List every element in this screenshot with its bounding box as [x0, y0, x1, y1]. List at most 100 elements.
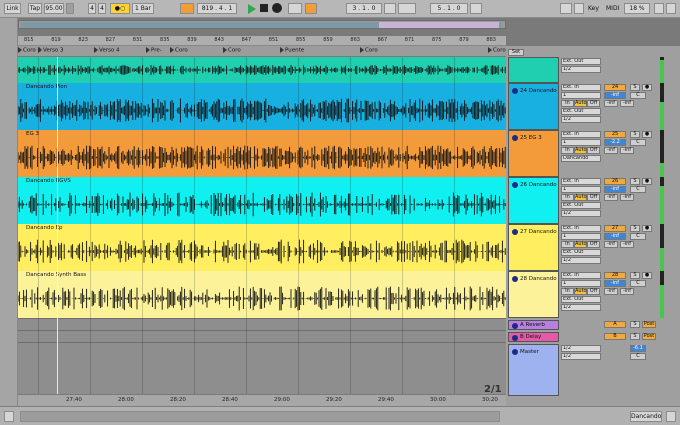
output-channel-menu[interactable]: 1/2: [561, 257, 601, 264]
return-activator[interactable]: A: [604, 321, 626, 328]
monitor-in-button[interactable]: In: [561, 147, 574, 154]
track-fold-icon[interactable]: [512, 88, 518, 94]
volume-field[interactable]: -inf: [604, 280, 626, 287]
loop-start-field[interactable]: 3 . 1 . 0: [346, 3, 382, 14]
input-type-menu[interactable]: Ext. In: [561, 131, 601, 138]
track-fold-icon[interactable]: [512, 349, 518, 355]
loop-toggle[interactable]: [398, 3, 416, 14]
track-lane[interactable]: Dancando Synth Bass: [18, 271, 506, 318]
arm-button[interactable]: ●: [642, 272, 652, 279]
arrangement-position[interactable]: 819 . 4 . 1: [197, 3, 237, 14]
monitor-auto-button[interactable]: Auto: [574, 100, 587, 107]
output-channel-menu[interactable]: 1/2: [561, 66, 601, 73]
return-track-header[interactable]: A Reverb: [508, 320, 559, 330]
return-lane[interactable]: [18, 318, 506, 330]
computer-midi-keyboard-button[interactable]: [560, 3, 572, 14]
return-track-header[interactable]: B Delay: [508, 332, 559, 342]
monitor-off-button[interactable]: Off: [587, 288, 600, 295]
monitor-in-button[interactable]: In: [561, 241, 574, 248]
set-button[interactable]: Set: [508, 49, 524, 56]
monitor-in-button[interactable]: In: [561, 194, 574, 201]
locator-marker[interactable]: Verso 4: [94, 47, 119, 54]
solo-button[interactable]: S: [630, 321, 640, 328]
pan-field[interactable]: C: [630, 92, 646, 99]
output-type-menu[interactable]: Ext. Out: [561, 108, 601, 115]
track-fold-icon[interactable]: [512, 135, 518, 141]
link-button[interactable]: Link: [4, 3, 21, 14]
track-fold-icon[interactable]: [512, 335, 518, 341]
quantize-menu[interactable]: 1 Bar: [132, 3, 154, 14]
time-sig-numerator[interactable]: 4: [88, 3, 96, 14]
pre-post-toggle[interactable]: Post: [642, 321, 656, 328]
locator-marker[interactable]: Pre-: [146, 47, 162, 54]
output-channel-menu[interactable]: 1/2: [561, 304, 601, 311]
locator-marker[interactable]: Coro: [488, 47, 506, 54]
playhead[interactable]: [57, 57, 58, 394]
track-lane[interactable]: Dancando Pion: [18, 83, 506, 130]
monitor-auto-button[interactable]: Auto: [574, 288, 587, 295]
input-channel-menu[interactable]: 1: [561, 280, 601, 287]
solo-button[interactable]: S: [630, 272, 640, 279]
record-icon[interactable]: [272, 3, 282, 13]
track-delay-field[interactable]: -inf: [604, 241, 618, 248]
output-channel-menu[interactable]: 1/2: [561, 210, 601, 217]
monitor-auto-button[interactable]: Auto: [574, 194, 587, 201]
track-header[interactable]: 28 Dancando: [508, 271, 559, 318]
output-type-menu[interactable]: Dancando: [561, 155, 601, 162]
locator-marker[interactable]: Verso 3: [38, 47, 63, 54]
monitor-off-button[interactable]: Off: [587, 194, 600, 201]
solo-button[interactable]: S: [630, 84, 640, 91]
volume-field[interactable]: -inf: [604, 186, 626, 193]
solo-button[interactable]: S: [630, 131, 640, 138]
pan-field[interactable]: C: [630, 280, 646, 287]
solo-button[interactable]: S: [630, 178, 640, 185]
input-channel-menu[interactable]: 1: [561, 92, 601, 99]
track-activator[interactable]: 24: [604, 84, 626, 91]
left-pane-toggle[interactable]: [4, 411, 14, 422]
volume-field[interactable]: -inf: [604, 233, 626, 240]
monitor-off-button[interactable]: Off: [587, 241, 600, 248]
return-lane[interactable]: [18, 342, 506, 394]
input-channel-menu[interactable]: 1: [561, 233, 601, 240]
master-volume-field[interactable]: -6.1: [630, 345, 646, 352]
track-delay-field[interactable]: -inf: [604, 100, 618, 107]
track-lane[interactable]: Dancando BGVS: [18, 177, 506, 224]
beat-ruler[interactable]: 815 819 823 827 831 835 839 843 847 851 855 859 863 8…: [18, 36, 506, 46]
input-channel-menu[interactable]: 1: [561, 186, 601, 193]
output-type-menu[interactable]: Ext. Out: [561, 249, 601, 256]
play-icon[interactable]: [248, 4, 256, 14]
output-type-menu[interactable]: Ext. Out: [561, 202, 601, 209]
arm-button[interactable]: ●: [642, 84, 652, 91]
track-delay-field[interactable]: -inf: [604, 147, 618, 154]
input-type-menu[interactable]: Ext. Out: [561, 58, 601, 65]
track-header[interactable]: 26 Dancando: [508, 177, 559, 224]
tempo-field[interactable]: 95.00: [44, 3, 64, 14]
arrangement-overview[interactable]: [18, 20, 506, 29]
output-channel-menu[interactable]: 1/2: [561, 116, 601, 123]
track-header[interactable]: 24 Dancando: [508, 83, 559, 130]
track-header[interactable]: 25 EG 3: [508, 130, 559, 177]
volume-field[interactable]: -2.2: [604, 139, 626, 146]
input-type-menu[interactable]: Ext. In: [561, 84, 601, 91]
return-lane[interactable]: [18, 330, 506, 342]
pan-field[interactable]: C: [630, 233, 646, 240]
tap-button[interactable]: Tap: [28, 3, 42, 14]
solo-button[interactable]: S: [630, 225, 640, 232]
input-channel-menu[interactable]: 1: [561, 139, 601, 146]
locator-marker[interactable]: Coro: [360, 47, 378, 54]
track-activator[interactable]: 26: [604, 178, 626, 185]
track-header[interactable]: 27 Dancando: [508, 224, 559, 271]
track-delay-field[interactable]: -inf: [604, 288, 618, 295]
input-type-menu[interactable]: Ext. In: [561, 225, 601, 232]
pre-post-toggle[interactable]: Post: [642, 333, 656, 340]
monitor-auto-button[interactable]: Auto: [574, 241, 587, 248]
track-fold-icon[interactable]: [512, 323, 518, 329]
arm-button[interactable]: ●: [642, 131, 652, 138]
automation-arm-button[interactable]: [305, 3, 317, 14]
monitor-auto-button[interactable]: Auto: [574, 147, 587, 154]
volume-field[interactable]: -inf: [604, 92, 626, 99]
master-output-menu[interactable]: 1/2: [561, 345, 601, 352]
track-delay-field[interactable]: -inf: [604, 194, 618, 201]
track-activator[interactable]: 25: [604, 131, 626, 138]
follow-button[interactable]: [180, 3, 194, 14]
